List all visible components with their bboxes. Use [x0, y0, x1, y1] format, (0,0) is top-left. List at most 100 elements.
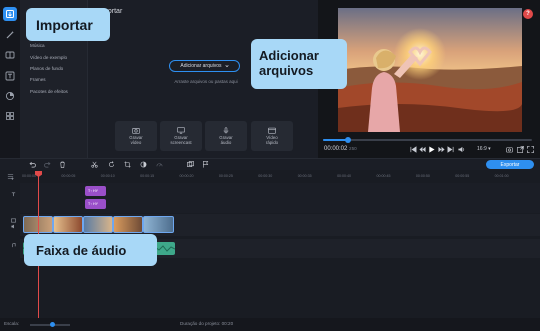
fullscreen-icon: [526, 145, 534, 153]
quick-video-tile[interactable]: Vídeo rápido: [251, 121, 293, 151]
category-frames[interactable]: Frames: [30, 77, 46, 82]
redo-icon: [43, 161, 50, 167]
category-planos-fundo[interactable]: Planos de fundo: [30, 66, 63, 71]
video-clip[interactable]: [143, 216, 174, 233]
audio-track-header: [3, 243, 17, 257]
speaker-icon: [11, 224, 14, 229]
speed-icon: [156, 162, 162, 166]
add-files-label: Adicionar arquivos: [180, 63, 222, 69]
record-audio-tile[interactable]: Gravar áudio: [205, 121, 247, 151]
record-video-label: Gravar vídeo: [129, 134, 143, 145]
ruler-tick: 00:00:40: [337, 174, 352, 178]
filters-tool-button[interactable]: [3, 28, 17, 42]
ruler-tick: 00:00:50: [415, 174, 430, 178]
snapshot-button[interactable]: [505, 145, 513, 153]
play-icon: [428, 145, 435, 153]
video-clip[interactable]: [113, 216, 143, 233]
clip-properties-button[interactable]: [186, 160, 194, 168]
category-video-exemplo[interactable]: Vídeo de exemplo: [30, 55, 67, 60]
video-track-header: [3, 218, 17, 232]
ruler-tick: 00:00:45: [376, 174, 391, 178]
chevron-down-icon: ▾: [488, 146, 491, 152]
titles-tool-button[interactable]: [3, 69, 17, 83]
camera-icon: [132, 127, 140, 134]
rotate-icon: [108, 160, 114, 167]
import-icon: [6, 10, 14, 18]
rotate-button[interactable]: [107, 160, 115, 168]
step-forward-button[interactable]: [437, 145, 445, 153]
crop-icon: [123, 160, 131, 168]
ruler-tick: 00:00:10: [100, 174, 115, 178]
video-clip[interactable]: [83, 216, 113, 233]
stickers-tool-button[interactable]: [3, 89, 17, 103]
left-toolbar: [0, 0, 20, 158]
import-tool-button[interactable]: [3, 7, 17, 21]
time-ruler[interactable]: 00:00:00 00:00:05 00:00:10 00:00:15 00:00:20…: [20, 171, 540, 179]
film-icon: [268, 127, 276, 134]
status-bar: [0, 318, 540, 331]
add-track-button[interactable]: [6, 172, 14, 180]
preview-video-frame[interactable]: [338, 8, 522, 132]
ruler-tick: 00:00:30: [258, 174, 273, 178]
cut-button[interactable]: [90, 160, 98, 168]
category-musica[interactable]: Música: [30, 43, 45, 48]
flag-icon: [202, 160, 208, 168]
ruler-tick: 00:00:00: [22, 174, 36, 178]
color-adjust-icon: [140, 161, 146, 167]
record-video-tile[interactable]: Gravar vídeo: [115, 121, 157, 151]
playback-time: 00:00:02 250: [324, 146, 357, 152]
volume-button[interactable]: [457, 145, 465, 153]
callout-faixa-audio: Faixa de áudio: [24, 234, 157, 266]
category-pacotes-efeitos[interactable]: Pacotes de efeitos: [30, 89, 68, 94]
play-button[interactable]: [427, 145, 435, 153]
add-files-button[interactable]: Adicionar arquivos: [169, 60, 240, 72]
speed-button[interactable]: [155, 160, 163, 168]
prev-frame-button[interactable]: [409, 145, 417, 153]
export-button[interactable]: Exportar: [486, 160, 534, 169]
record-audio-label: Gravar áudio: [219, 134, 233, 145]
title-track-header: [3, 192, 17, 206]
record-screencast-label: Gravar screencast: [170, 134, 192, 145]
aspect-ratio-value: 16:9: [477, 146, 487, 152]
video-editor-app: portar Música Vídeo de exemplo Planos de…: [0, 0, 540, 331]
ruler-tick: 00:01:00: [494, 174, 509, 178]
fullscreen-button[interactable]: [526, 145, 534, 153]
ruler-tick: 00:00:05: [61, 174, 76, 178]
help-button[interactable]: ?: [523, 9, 533, 19]
magic-wand-icon: [6, 31, 14, 39]
next-frame-button[interactable]: [446, 145, 454, 153]
fast-forward-icon: [437, 146, 445, 152]
title-clip[interactable]: T↑ HY: [85, 186, 106, 196]
zoom-slider-knob[interactable]: [50, 322, 55, 327]
video-clip[interactable]: [53, 216, 83, 233]
more-tools-icon: [6, 112, 14, 120]
seek-bar[interactable]: [323, 137, 532, 143]
ruler-tick: 00:00:55: [455, 174, 470, 178]
step-back-button[interactable]: [418, 145, 426, 153]
aspect-ratio-selector[interactable]: 16:9 ▾: [477, 146, 491, 152]
music-note-icon: [12, 243, 16, 248]
sunset-photo-image: [338, 8, 522, 132]
drag-hint-text: Arraste arquivos ou pastas aqui: [174, 79, 238, 84]
scissors-icon: [90, 161, 98, 168]
crop-button[interactable]: [123, 160, 131, 168]
ruler-tick: 00:00:25: [218, 174, 233, 178]
detach-player-button[interactable]: [516, 145, 524, 153]
undo-button[interactable]: [28, 160, 36, 168]
redo-button[interactable]: [43, 160, 51, 168]
callout-adicionar-arquivos: Adicionar arquivos: [251, 39, 347, 89]
title-clip[interactable]: T↑ HY: [85, 199, 106, 209]
ruler-tick: 00:00:15: [140, 174, 155, 178]
more-tools-button[interactable]: [3, 109, 17, 123]
skip-back-icon: [410, 145, 416, 153]
transitions-icon: [5, 51, 15, 59]
transitions-tool-button[interactable]: [3, 48, 17, 62]
titles-icon: [5, 71, 15, 81]
record-screencast-tile[interactable]: Gravar screencast: [160, 121, 202, 151]
color-adjust-button[interactable]: [139, 160, 147, 168]
add-marker-button[interactable]: [201, 160, 209, 168]
stickers-icon: [5, 91, 15, 101]
delete-button[interactable]: [58, 160, 66, 168]
scale-label: Escala:: [4, 321, 20, 326]
undo-icon: [29, 161, 36, 167]
